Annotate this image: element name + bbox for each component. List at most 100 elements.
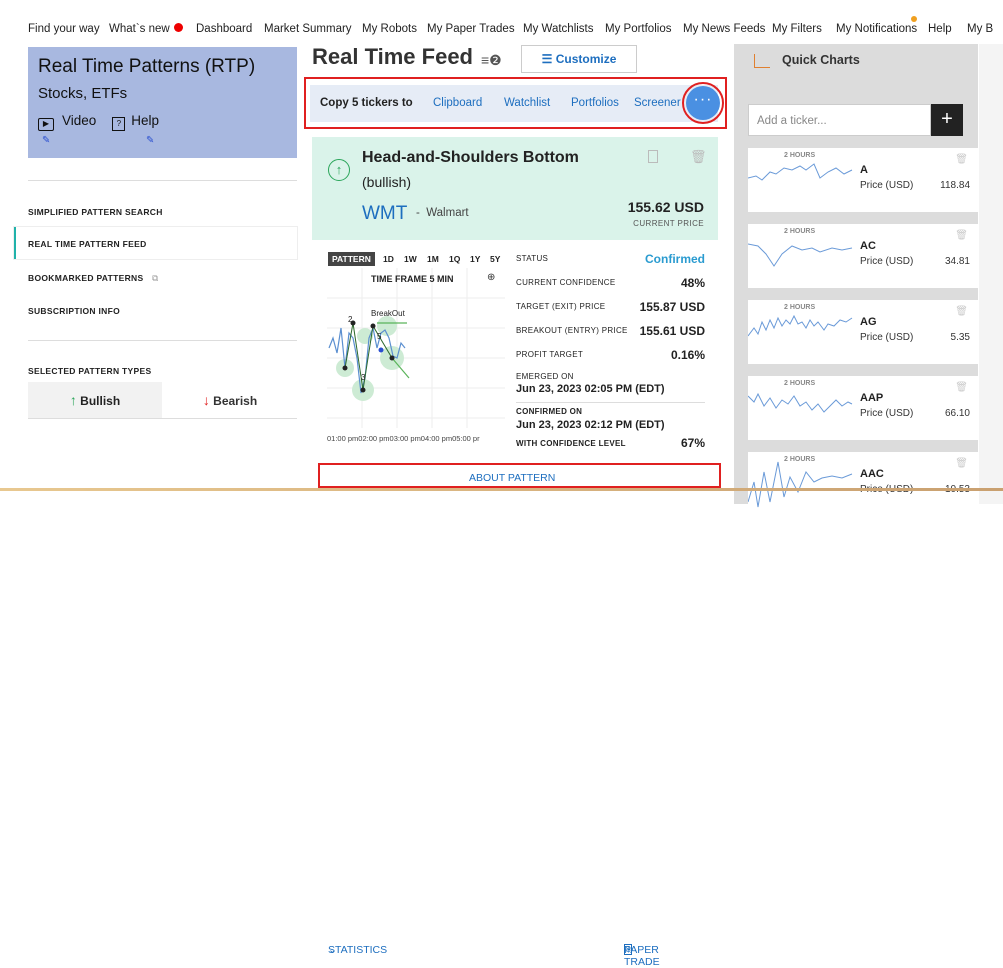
nav-my-paper-trades[interactable]: My Paper Trades xyxy=(427,23,515,35)
quick-chart-row[interactable]: 2 HOURS AC Price (USD) 34.81 🗑 xyxy=(747,224,978,288)
bullish-toggle[interactable]: ↑ Bullish xyxy=(28,382,162,418)
arrow-down-icon: ↓ xyxy=(202,392,210,408)
trash-icon[interactable]: 🗑 xyxy=(955,306,968,317)
menu-bookmarked-patterns[interactable]: BOOKMARKED PATTERNS ⧉ xyxy=(28,273,158,284)
nav-my-filters[interactable]: My Filters xyxy=(772,23,822,35)
rtp-subtitle: Stocks, ETFs xyxy=(38,85,128,102)
tab-1d[interactable]: 1D xyxy=(383,252,394,266)
stat-target-value: 155.87 USD xyxy=(639,300,705,314)
quick-price: 118.84 xyxy=(940,180,970,191)
help-icon[interactable]: ? xyxy=(112,117,126,131)
pattern-name[interactable]: Head-and-Shoulders Bottom xyxy=(362,149,579,167)
nav-find-your-way[interactable]: Find your way xyxy=(28,23,100,35)
period-label: 2 HOURS xyxy=(784,456,816,463)
divider xyxy=(28,418,297,419)
confirmed-label: CONFIRMED ON xyxy=(516,407,583,416)
customize-button[interactable]: ☰ Customize xyxy=(521,45,637,73)
tab-1y[interactable]: 1Y xyxy=(470,252,480,266)
add-ticker-input[interactable]: Add a ticker... xyxy=(748,104,931,136)
help-link[interactable]: Help xyxy=(131,113,159,128)
quick-chart-row[interactable]: 2 HOURS AAP Price (USD) 66.10 🗑 xyxy=(747,376,978,440)
bottom-stripe xyxy=(0,488,1003,491)
menu-subscription-info[interactable]: SUBSCRIPTION INFO xyxy=(28,306,120,316)
feed-settings-icon[interactable]: ≡❷ xyxy=(481,52,502,69)
external-link-icon: ⧉ xyxy=(152,273,159,283)
nav-my-robots[interactable]: My Robots xyxy=(362,23,417,35)
tab-5y[interactable]: 5Y xyxy=(490,252,500,266)
stat-breakout-value: 155.61 USD xyxy=(639,324,705,338)
trash-icon[interactable]: 🗑 xyxy=(955,154,968,165)
quick-symbol[interactable]: AAP xyxy=(860,392,883,404)
quick-charts-title: Quick Charts xyxy=(782,53,860,67)
bullish-label: Bullish xyxy=(80,394,121,408)
conf-level-label: WITH CONFIDENCE LEVEL xyxy=(516,439,626,448)
tab-1q[interactable]: 1Q xyxy=(449,252,460,266)
nav-help[interactable]: Help xyxy=(928,23,952,35)
menu-real-time-pattern-feed[interactable]: REAL TIME PATTERN FEED xyxy=(28,239,147,249)
quick-chart-row[interactable]: 2 HOURS A Price (USD) 118.84 🗑 xyxy=(747,148,978,212)
breakout-label: BreakOut xyxy=(371,309,405,318)
stat-status-value: Confirmed xyxy=(645,252,705,266)
price-label: Price (USD) xyxy=(860,332,914,343)
video-help-row: ▶ Video? Help xyxy=(38,113,159,131)
ticker-symbol[interactable]: WMT xyxy=(362,203,407,225)
nav-dashboard[interactable]: Dashboard xyxy=(196,23,252,35)
add-ticker-button[interactable]: + xyxy=(931,104,963,136)
stat-confidence-value: 48% xyxy=(680,276,705,290)
emerged-label: EMERGED ON xyxy=(516,372,574,381)
notification-dot-icon xyxy=(173,23,183,32)
trash-icon[interactable]: 🗑 xyxy=(955,382,968,393)
arrow-up-icon: ↑ xyxy=(69,392,77,408)
trash-icon[interactable]: 🗑 xyxy=(955,230,968,241)
pattern-card: ↑ Head-and-Shoulders Bottom (bullish) 🗑 … xyxy=(312,137,718,240)
bullish-arrow-icon: ↑ xyxy=(328,159,350,181)
bearish-toggle[interactable]: ↓ Bearish xyxy=(163,382,297,418)
trash-icon[interactable]: 🗑 xyxy=(690,149,707,165)
period-label: 2 HOURS xyxy=(784,228,816,235)
price-label: Price (USD) xyxy=(860,256,914,267)
stat-breakout-label: BREAKOUT (ENTRY) PRICE xyxy=(516,326,628,335)
chart-icon xyxy=(754,54,770,68)
current-price-label: CURRENT PRICE xyxy=(633,219,704,228)
scrollbar[interactable] xyxy=(979,44,1003,504)
edit-help-icon[interactable]: ✎ xyxy=(146,135,154,146)
nav-whats-new[interactable]: What`s new xyxy=(109,23,183,35)
tab-pattern[interactable]: PATTERN xyxy=(328,252,375,266)
menu-simplified-pattern-search[interactable]: SIMPLIFIED PATTERN SEARCH xyxy=(28,207,163,217)
period-label: 2 HOURS xyxy=(784,304,816,311)
price-label: Price (USD) xyxy=(860,180,914,191)
quick-price: 66.10 xyxy=(944,408,970,419)
nav-my-watchlists[interactable]: My Watchlists xyxy=(523,23,594,35)
period-label: 2 HOURS xyxy=(784,380,816,387)
conf-level-value: 67% xyxy=(680,436,705,450)
nav-my-portfolios[interactable]: My Portfolios xyxy=(605,23,671,35)
pattern-chart-svg: 2 3 5 xyxy=(327,268,505,428)
edit-video-icon[interactable]: ✎ xyxy=(42,135,50,146)
quick-chart-row[interactable]: 2 HOURS AAC Price (USD) 10.53 🗑 xyxy=(747,452,978,516)
divider xyxy=(28,180,297,181)
video-icon[interactable]: ▶ xyxy=(38,118,54,131)
bookmark-icon[interactable] xyxy=(648,150,658,163)
trash-icon[interactable]: 🗑 xyxy=(955,458,968,469)
quick-info: AAP Price (USD) 66.10 🗑 xyxy=(854,376,978,440)
quick-chart-row[interactable]: 2 HOURS AG Price (USD) 5.35 🗑 xyxy=(747,300,978,364)
tab-1m[interactable]: 1M xyxy=(427,252,439,266)
svg-text:3: 3 xyxy=(361,373,366,382)
nav-my-notifications[interactable]: My Notifications xyxy=(836,23,917,35)
quick-symbol[interactable]: AC xyxy=(860,240,876,252)
zoom-icon[interactable]: ⊕ xyxy=(487,272,495,283)
nav-my-news-feeds[interactable]: My News Feeds xyxy=(683,23,765,35)
quick-charts-panel: Quick Charts Add a ticker... + 2 HOURS A… xyxy=(734,44,978,516)
quick-info: AG Price (USD) 5.35 🗑 xyxy=(854,300,978,364)
quick-symbol[interactable]: AG xyxy=(860,316,877,328)
pattern-chart[interactable]: 2 3 5 TIME FRAME 5 MIN ⊕ BreakOut 01:00 … xyxy=(327,268,505,443)
quick-symbol[interactable]: A xyxy=(860,164,868,176)
divider xyxy=(516,402,705,403)
quick-price: 34.81 xyxy=(944,256,970,267)
nav-my-b[interactable]: My B xyxy=(967,23,993,35)
tab-1w[interactable]: 1W xyxy=(404,252,417,266)
nav-market-summary[interactable]: Market Summary xyxy=(264,23,352,35)
quick-symbol[interactable]: AAC xyxy=(860,468,884,480)
video-link[interactable]: Video xyxy=(62,113,96,128)
paper-trade-label: PAPER TRADE xyxy=(624,944,660,968)
